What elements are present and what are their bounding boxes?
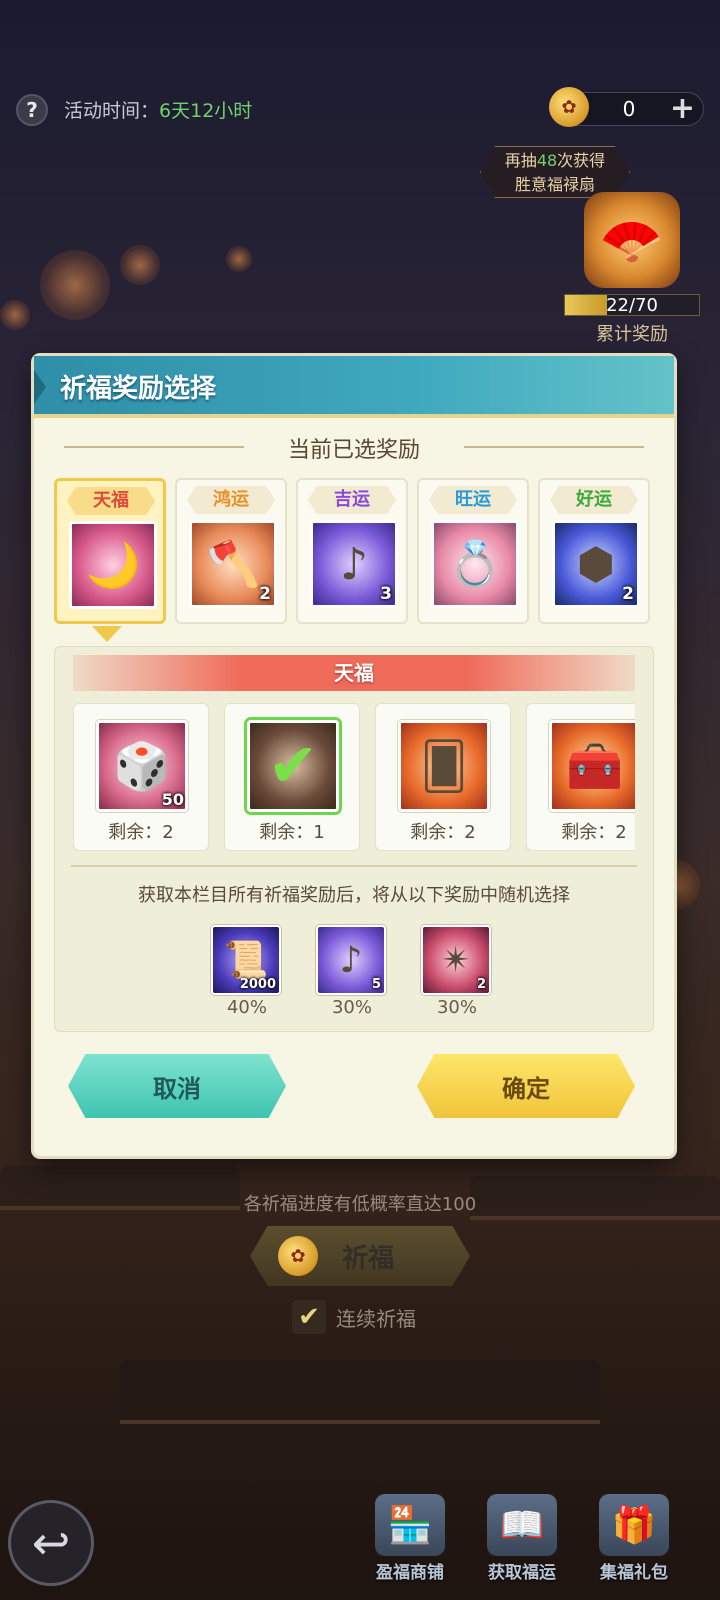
bg-bridge xyxy=(120,1360,600,1420)
tier-qty: 2 xyxy=(259,584,271,604)
tier-card-wangyun[interactable]: 旺运 💍 xyxy=(417,478,529,624)
tier-card-hongyun[interactable]: 鸿运 🪓 2 xyxy=(175,478,287,624)
fortune-coin-icon: ✿ xyxy=(549,87,589,127)
dialog-title: 祈福奖励选择 xyxy=(60,374,217,404)
question-icon: ? xyxy=(26,98,38,122)
bg-lantern-glow xyxy=(40,250,110,320)
tier-qty: 3 xyxy=(380,584,392,604)
reward-qty: 50 xyxy=(161,790,184,809)
progress-text: 22/70 xyxy=(606,295,658,316)
confirm-button[interactable]: 确定 xyxy=(417,1054,635,1118)
hint-suffix: 次获得 xyxy=(557,151,606,170)
return-arrow-icon: ↩ xyxy=(31,1516,71,1570)
help-button[interactable]: ? xyxy=(16,94,48,126)
nav-shop[interactable]: 🏪 盈福商铺 xyxy=(360,1494,460,1583)
milestone-progress-bar: 22/70 xyxy=(564,294,700,316)
section-divider-right xyxy=(464,446,644,448)
card-icon: 🂠 xyxy=(398,720,490,812)
bg-lantern-glow xyxy=(226,246,252,272)
random-reward-qty: 2000 xyxy=(239,977,276,992)
random-reward-note: 获取本栏目所有祈福奖励后，将从以下奖励中随机选择 xyxy=(138,885,570,906)
ring-chest-icon: 💍 xyxy=(431,520,519,608)
cancel-button[interactable]: 取消 xyxy=(68,1054,286,1118)
rewards-panel: 天福 🎲 50 剩余：2 ✔ 剩余：1 🂠 剩余：2 🧰 剩余：2 获取本栏目所… xyxy=(54,646,654,1032)
leaf-seed-icon: ✔ xyxy=(247,720,339,812)
random-reward-pct: 40% xyxy=(226,997,267,1018)
rate-note: 各祈福进度有低概率直达100 xyxy=(243,1194,477,1215)
tier-label: 吉运 xyxy=(308,486,396,514)
section-title: 当前已选奖励 xyxy=(287,438,420,463)
currency-value: 0 xyxy=(622,97,636,121)
continuous-pray-label: 连续祈福 xyxy=(336,1306,416,1331)
star-crystal-icon: ✴ 2 xyxy=(421,925,491,995)
reward-card[interactable]: 🂠 剩余：2 xyxy=(375,703,511,851)
hint-count: 48 xyxy=(536,151,558,170)
random-reward-pct: 30% xyxy=(436,997,477,1018)
add-currency-button[interactable]: + xyxy=(670,91,695,126)
continuous-pray-toggle[interactable]: ✔ 连续祈福 xyxy=(292,1300,416,1334)
pray-button[interactable]: ✿ 祈福 xyxy=(250,1226,470,1286)
nav-label: 集福礼包 xyxy=(600,1563,668,1583)
cumulative-reward-label: 累计奖励 xyxy=(596,324,668,345)
tier-label: 好运 xyxy=(550,486,638,514)
tier-label: 天福 xyxy=(67,487,155,515)
random-reward-item[interactable]: ♪ 5 30% xyxy=(316,925,388,1018)
reward-remaining: 剩余：2 xyxy=(561,822,627,843)
crescent-orb-icon: 🌙 xyxy=(69,521,157,609)
reward-remaining: 剩余：2 xyxy=(108,822,174,843)
random-reward-item[interactable]: ✴ 2 30% xyxy=(421,925,493,1018)
reward-remaining: 剩余：1 xyxy=(259,822,325,843)
nav-get-fortune[interactable]: 📖 获取福运 xyxy=(472,1494,572,1583)
milestone-hint: 再抽48次获得 胜意福禄扇 xyxy=(480,146,630,198)
reward-strip[interactable]: 🎲 50 剩余：2 ✔ 剩余：1 🂠 剩余：2 🧰 剩余：2 xyxy=(73,703,635,853)
event-time-value: 6天12小时 xyxy=(159,100,253,122)
tier-label: 鸿运 xyxy=(187,486,275,514)
folding-fan-icon: 🪭 xyxy=(599,210,665,271)
event-time: 活动时间：6天12小时 xyxy=(64,96,252,123)
event-time-label: 活动时间： xyxy=(64,100,160,122)
currency-box: ✿ 0 + xyxy=(549,87,704,127)
random-reward-qty: 5 xyxy=(371,977,381,992)
reward-card[interactable]: 🎲 50 剩余：2 xyxy=(73,703,209,851)
pray-label: 祈福 xyxy=(342,1244,395,1274)
reward-selection-dialog: 祈福奖励选择 当前已选奖励 天福 🌙 鸿运 🪓 2 吉运 ♪ 3 旺运 💍 好运… xyxy=(34,356,674,1156)
tier-label: 旺运 xyxy=(429,486,517,514)
music-orb-icon: ♪ 5 xyxy=(316,925,386,995)
current-tier-banner: 天福 xyxy=(73,655,635,691)
check-icon: ✔ xyxy=(267,731,319,801)
header-notch xyxy=(34,370,46,404)
reward-card[interactable]: ✔ 剩余：1 xyxy=(224,703,360,851)
fan-reward-button[interactable]: 🪭 xyxy=(584,192,680,288)
tier-card-tianfu[interactable]: 天福 🌙 xyxy=(54,478,166,624)
shop-icon: 🏪 xyxy=(375,1494,445,1556)
reward-card[interactable]: 🧰 剩余：2 xyxy=(526,703,635,851)
book-icon: 📖 xyxy=(487,1494,557,1556)
tier-card-jiyun[interactable]: 吉运 ♪ 3 xyxy=(296,478,408,624)
tier-card-haoyun[interactable]: 好运 ⬢ 2 xyxy=(538,478,650,624)
random-reward-item[interactable]: 📜 2000 40% xyxy=(211,925,283,1018)
reward-remaining: 剩余：2 xyxy=(410,822,476,843)
selected-tier-pointer xyxy=(92,626,122,642)
bg-lantern-glow xyxy=(120,245,160,285)
fortune-coin-icon: ✿ xyxy=(278,1236,318,1276)
random-reward-qty: 2 xyxy=(476,977,486,992)
nav-label: 获取福运 xyxy=(488,1563,556,1583)
divider xyxy=(71,865,637,867)
random-reward-pct: 30% xyxy=(331,997,372,1018)
hint-prefix: 再抽 xyxy=(504,151,537,170)
gift-icon: 🎁 xyxy=(599,1494,669,1556)
golden-chest-icon: 🧰 xyxy=(549,720,635,812)
bg-lantern-glow xyxy=(0,300,30,330)
back-button[interactable]: ↩ xyxy=(8,1500,94,1586)
nav-gift-pack[interactable]: 🎁 集福礼包 xyxy=(584,1494,684,1583)
scroll-icon: 📜 2000 xyxy=(211,925,281,995)
dialog-header: 祈福奖励选择 xyxy=(34,356,674,418)
tier-qty: 2 xyxy=(622,584,634,604)
nav-label: 盈福商铺 xyxy=(376,1563,444,1583)
checkbox-check-icon[interactable]: ✔ xyxy=(292,1300,326,1334)
